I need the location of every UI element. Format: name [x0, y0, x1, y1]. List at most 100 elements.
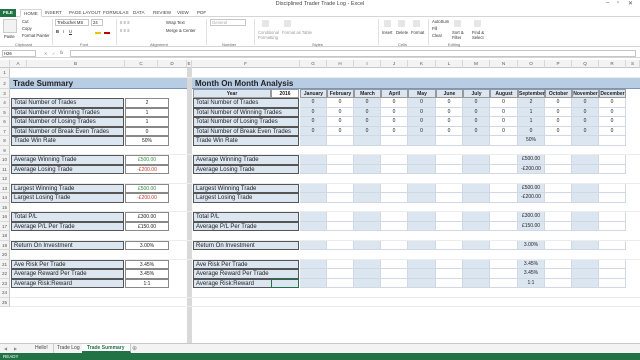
summary-value[interactable]: £150.00: [125, 221, 169, 231]
monthly-value[interactable]: [354, 193, 381, 203]
next-sheet-icon[interactable]: ▶: [14, 346, 17, 351]
monthly-value[interactable]: £500.00: [518, 155, 545, 165]
monthly-value[interactable]: [436, 136, 463, 146]
name-box[interactable]: H26: [2, 50, 36, 57]
sort-filter-button[interactable]: Sort & Filter: [452, 30, 468, 40]
monthly-value[interactable]: 0: [599, 107, 626, 117]
monthly-value[interactable]: [327, 240, 354, 250]
format-button[interactable]: Format: [411, 30, 424, 35]
monthly-value[interactable]: 0: [599, 126, 626, 136]
format-cells-icon[interactable]: [413, 20, 420, 27]
summary-value[interactable]: 2: [125, 98, 169, 108]
monthly-value[interactable]: [545, 193, 572, 203]
monthly-value[interactable]: 0: [408, 98, 436, 108]
monthly-value[interactable]: [354, 269, 381, 279]
delete-cells-icon[interactable]: [398, 20, 405, 27]
sheet-tab-trade-log[interactable]: Trade Log: [52, 344, 86, 353]
find-select-icon[interactable]: [474, 20, 481, 27]
monthly-value[interactable]: 0: [354, 126, 381, 136]
row-header[interactable]: 8: [0, 136, 10, 146]
monthly-value[interactable]: 0: [408, 126, 436, 136]
monthly-value[interactable]: [436, 278, 463, 288]
summary-value[interactable]: 3.45%: [125, 259, 169, 269]
monthly-value[interactable]: [436, 269, 463, 279]
delete-button[interactable]: Delete: [396, 30, 408, 35]
monthly-value[interactable]: [490, 164, 518, 174]
monthly-value[interactable]: £500.00: [518, 183, 545, 193]
monthly-value[interactable]: 0: [490, 98, 518, 108]
monthly-value[interactable]: 2: [518, 98, 545, 108]
monthly-value[interactable]: [463, 155, 490, 165]
summary-value[interactable]: £300.00: [125, 212, 169, 222]
monthly-value[interactable]: 1:1: [518, 278, 545, 288]
selected-cell[interactable]: [271, 278, 299, 288]
monthly-value[interactable]: 0: [490, 126, 518, 136]
monthly-value[interactable]: [463, 278, 490, 288]
monthly-value[interactable]: [545, 155, 572, 165]
row-header[interactable]: 17: [0, 221, 10, 231]
row-header[interactable]: 10: [0, 155, 10, 165]
monthly-value[interactable]: [545, 278, 572, 288]
format-as-table-icon[interactable]: [284, 20, 291, 27]
monthly-value[interactable]: [572, 212, 599, 222]
monthly-value[interactable]: [599, 221, 626, 231]
monthly-value[interactable]: 0: [463, 107, 490, 117]
tab-formulas[interactable]: FORMULAS: [100, 9, 132, 17]
monthly-value[interactable]: [381, 136, 408, 146]
monthly-value[interactable]: [545, 164, 572, 174]
monthly-value[interactable]: [490, 240, 518, 250]
monthly-value[interactable]: [572, 221, 599, 231]
year-value[interactable]: 2016: [271, 89, 299, 98]
monthly-value[interactable]: 0: [300, 126, 327, 136]
column-header-q[interactable]: Q: [572, 60, 599, 68]
monthly-value[interactable]: [490, 183, 518, 193]
bold-button[interactable]: B: [56, 29, 59, 34]
monthly-value[interactable]: 0: [572, 117, 599, 127]
monthly-value[interactable]: [463, 183, 490, 193]
monthly-value[interactable]: £150.00: [518, 221, 545, 231]
monthly-value[interactable]: [327, 155, 354, 165]
monthly-value[interactable]: [572, 164, 599, 174]
monthly-value[interactable]: [490, 155, 518, 165]
monthly-value[interactable]: [300, 240, 327, 250]
monthly-value[interactable]: 50%: [518, 136, 545, 146]
monthly-value[interactable]: [354, 183, 381, 193]
monthly-value[interactable]: 0: [300, 107, 327, 117]
monthly-value[interactable]: [408, 221, 436, 231]
monthly-value[interactable]: [436, 155, 463, 165]
summary-value[interactable]: 1: [125, 117, 169, 127]
monthly-value[interactable]: 0: [490, 117, 518, 127]
monthly-value[interactable]: 0: [327, 107, 354, 117]
monthly-value[interactable]: -£200.00: [518, 193, 545, 203]
monthly-value[interactable]: [408, 193, 436, 203]
monthly-value[interactable]: [327, 136, 354, 146]
monthly-value[interactable]: 0: [463, 126, 490, 136]
monthly-value[interactable]: [408, 155, 436, 165]
insert-cells-icon[interactable]: [384, 20, 391, 27]
monthly-value[interactable]: [436, 240, 463, 250]
font-color-icon[interactable]: [104, 29, 110, 34]
row-header[interactable]: 9: [0, 145, 10, 155]
column-header-f[interactable]: F: [192, 60, 300, 68]
row-header[interactable]: 13: [0, 183, 10, 193]
cut-button[interactable]: Cut: [22, 19, 29, 24]
monthly-value[interactable]: 0: [436, 117, 463, 127]
monthly-value[interactable]: [327, 259, 354, 269]
monthly-value[interactable]: 0: [327, 126, 354, 136]
monthly-value[interactable]: [381, 183, 408, 193]
monthly-value[interactable]: 3.00%: [518, 240, 545, 250]
cancel-icon[interactable]: ✕: [44, 51, 48, 56]
merge-center-button[interactable]: Merge & Center: [166, 28, 196, 33]
monthly-value[interactable]: 0: [408, 117, 436, 127]
monthly-value[interactable]: [572, 240, 599, 250]
monthly-value[interactable]: -£200.00: [518, 164, 545, 174]
fill-color-icon[interactable]: [95, 29, 101, 34]
tab-pdf[interactable]: PDF: [194, 9, 209, 17]
monthly-value[interactable]: [599, 240, 626, 250]
monthly-value[interactable]: [436, 183, 463, 193]
monthly-value[interactable]: [599, 193, 626, 203]
monthly-value[interactable]: 1: [518, 117, 545, 127]
column-header-o[interactable]: O: [518, 60, 545, 68]
monthly-value[interactable]: [572, 278, 599, 288]
summary-value[interactable]: £500.00: [125, 155, 169, 165]
